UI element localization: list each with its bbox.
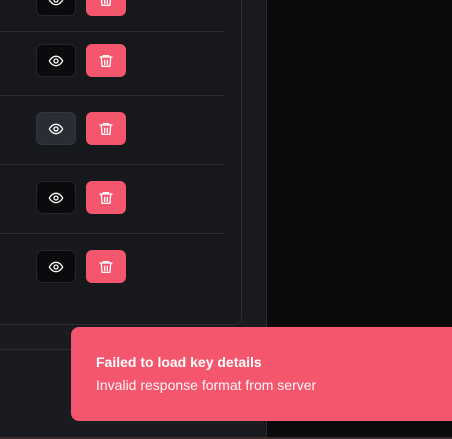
list-item [0, 27, 224, 96]
delete-key-button[interactable] [86, 181, 126, 214]
key-list-card [0, 0, 242, 325]
view-key-button[interactable] [36, 44, 76, 77]
eye-icon [48, 121, 64, 137]
eye-icon [48, 53, 64, 69]
toast-description: Invalid response format from server [96, 377, 317, 393]
delete-key-button[interactable] [86, 44, 126, 77]
delete-key-button[interactable] [86, 0, 126, 16]
toast-title: Failed to load key details [96, 354, 262, 370]
list-item [0, 96, 224, 165]
page: Failed to load key details Invalid respo… [0, 0, 452, 439]
eye-icon [48, 0, 64, 8]
view-key-button[interactable] [36, 0, 76, 16]
view-key-button[interactable] [36, 250, 76, 283]
list-item [0, 165, 224, 234]
list-item [0, 234, 224, 303]
eye-icon [48, 190, 64, 206]
error-toast[interactable]: Failed to load key details Invalid respo… [71, 327, 452, 421]
trash-icon [98, 53, 114, 69]
trash-icon [98, 121, 114, 137]
view-key-button[interactable] [36, 181, 76, 214]
view-key-button[interactable] [36, 112, 76, 145]
delete-key-button[interactable] [86, 112, 126, 145]
trash-icon [98, 190, 114, 206]
eye-icon [48, 259, 64, 275]
trash-icon [98, 0, 114, 8]
delete-key-button[interactable] [86, 250, 126, 283]
trash-icon [98, 259, 114, 275]
